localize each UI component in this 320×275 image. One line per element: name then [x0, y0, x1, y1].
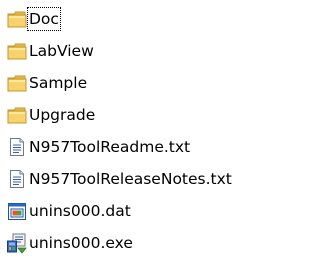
file-name: Upgrade: [29, 106, 96, 124]
file-item-sample[interactable]: Sample: [6, 70, 302, 96]
file-name: unins000.exe: [29, 234, 133, 252]
folder-icon: [6, 40, 28, 62]
text-file-icon: [6, 168, 28, 190]
file-item-doc[interactable]: Doc: [6, 6, 302, 32]
file-name: N957ToolReleaseNotes.txt: [29, 170, 232, 188]
file-name: LabView: [29, 42, 94, 60]
file-name: Sample: [29, 74, 88, 92]
text-file-icon: [6, 136, 28, 158]
file-item-unins-exe[interactable]: unins000.exe: [6, 230, 302, 256]
file-name: unins000.dat: [29, 202, 131, 220]
file-item-labview[interactable]: LabView: [6, 38, 302, 64]
folder-icon: [6, 104, 28, 126]
file-item-readme[interactable]: N957ToolReadme.txt: [6, 134, 302, 160]
file-name: N957ToolReadme.txt: [29, 138, 191, 156]
data-file-icon: [6, 200, 28, 222]
installer-icon: [6, 232, 28, 254]
file-item-unins-dat[interactable]: unins000.dat: [6, 198, 302, 224]
file-item-upgrade[interactable]: Upgrade: [6, 102, 302, 128]
file-item-release-notes[interactable]: N957ToolReleaseNotes.txt: [6, 166, 302, 192]
file-name: Doc: [27, 7, 61, 31]
file-list: Doc LabView Sample Upgrade N957ToolReadm…: [6, 6, 302, 262]
folder-icon: [6, 8, 28, 30]
folder-icon: [6, 72, 28, 94]
